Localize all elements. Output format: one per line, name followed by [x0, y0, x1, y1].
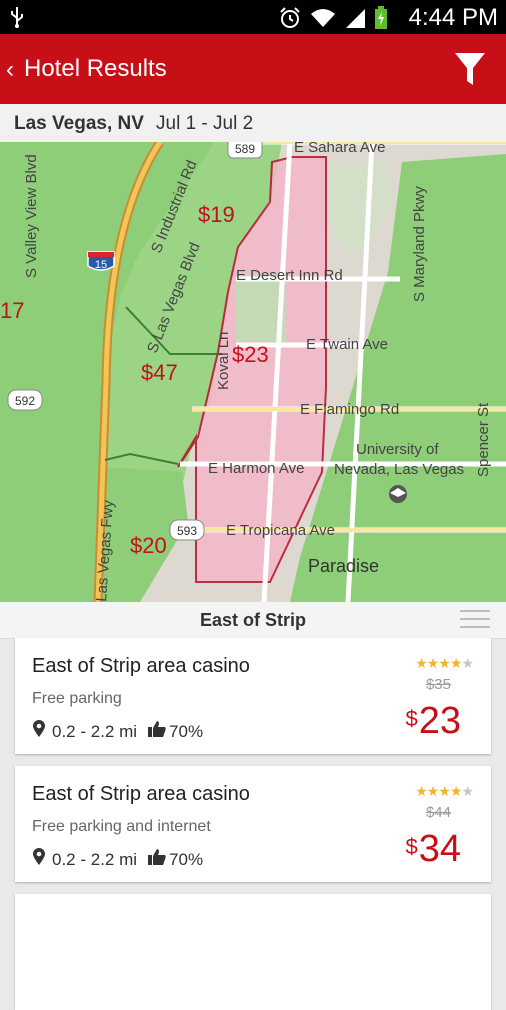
street-twain: E Twain Ave: [306, 336, 388, 353]
street-maryland: S Maryland Pkwy: [411, 186, 428, 302]
route-589-shield: 589: [227, 142, 263, 159]
results-sheet-header[interactable]: East of Strip: [0, 602, 506, 639]
currency-symbol: $: [405, 706, 418, 731]
street-sahara: E Sahara Ave: [294, 142, 385, 156]
price-amount: 23: [418, 700, 461, 742]
thumbs-up-icon: [147, 848, 167, 871]
search-summary[interactable]: Las Vegas, NV Jul 1 - Jul 2: [0, 104, 506, 143]
battery-icon: [374, 6, 388, 35]
area-title: East of Strip: [199, 610, 306, 630]
clock-time: 4:44 PM: [408, 4, 498, 31]
street-desert-inn: E Desert Inn Rd: [236, 267, 343, 284]
search-city: Las Vegas, NV: [14, 113, 144, 134]
street-flamingo: E Flamingo Rd: [300, 401, 399, 418]
price-amount: 34: [418, 828, 461, 870]
svg-text:15: 15: [95, 259, 107, 271]
location-pin-icon: [32, 848, 46, 871]
hotel-rating-pct: 70%: [169, 849, 204, 869]
hotel-distance: 0.2 - 2.2 mi: [52, 849, 138, 869]
alarm-icon: [278, 6, 302, 35]
svg-text:593: 593: [177, 524, 197, 538]
hotel-meta: 0.2 - 2.2 mi 70%: [32, 720, 203, 743]
zone-price-47: $47: [141, 360, 178, 385]
thumbs-up-icon: [147, 720, 167, 743]
original-price: $44: [425, 804, 451, 821]
star-rating: ★★★★★: [415, 783, 474, 799]
route-592-shield: 592: [7, 389, 43, 411]
place-unlv-line2: Nevada, Las Vegas: [334, 461, 464, 478]
status-bar: 4:44 PM: [0, 0, 506, 34]
place-unlv-line1: University of: [356, 441, 439, 458]
hotel-name: East of Strip area casino: [32, 783, 250, 805]
location-pin-icon: [32, 720, 46, 743]
zone-price-19: $19: [198, 202, 235, 227]
wifi-icon: [310, 7, 336, 34]
filter-icon[interactable]: [454, 52, 486, 91]
interstate-15-shield: 15: [87, 251, 115, 271]
zone-price-20: $20: [130, 533, 167, 558]
svg-text:592: 592: [15, 394, 35, 408]
street-harmon: E Harmon Ave: [208, 460, 304, 477]
hotel-price: $34: [405, 828, 461, 871]
street-koval: Koval Ln: [215, 332, 232, 390]
svg-text:589: 589: [235, 142, 255, 156]
street-spencer: Spencer St: [475, 402, 492, 477]
route-593-shield: 593: [169, 519, 205, 541]
hotel-amenities: Free parking and internet: [32, 818, 211, 835]
hotel-rating-pct: 70%: [169, 721, 204, 741]
hotel-card-peek[interactable]: [15, 894, 491, 1010]
hotel-price: $23: [405, 700, 461, 743]
usb-icon: [10, 6, 24, 33]
hotel-card[interactable]: East of Strip area casino Free parking a…: [15, 766, 491, 882]
app-bar: ‹ Hotel Results: [0, 34, 506, 104]
hotel-card[interactable]: East of Strip area casino Free parking 0…: [15, 638, 491, 754]
drag-handle-icon[interactable]: [460, 610, 490, 634]
hotel-meta: 0.2 - 2.2 mi 70%: [32, 848, 203, 871]
place-paradise: Paradise: [308, 556, 379, 576]
zone-price-17: 17: [0, 298, 24, 323]
currency-symbol: $: [405, 834, 418, 859]
hotel-amenities: Free parking: [32, 690, 122, 707]
back-chevron-icon[interactable]: ‹: [6, 56, 14, 84]
hotel-name: East of Strip area casino: [32, 655, 250, 677]
zone-price-23: $23: [232, 342, 269, 367]
star-rating: ★★★★★: [415, 655, 474, 671]
hotel-distance: 0.2 - 2.2 mi: [52, 721, 138, 741]
university-icon: [389, 485, 407, 503]
original-price: $35: [425, 676, 451, 693]
area-map[interactable]: 589 15 592 593 E Sahara Ave E Desert Inn…: [0, 142, 506, 602]
results-sheet: East of Strip East of Strip area casino …: [0, 602, 506, 1010]
street-tropicana: E Tropicana Ave: [226, 522, 335, 539]
signal-icon: [344, 7, 366, 34]
back-button-label[interactable]: Hotel Results: [24, 55, 167, 83]
street-valley-view: S Valley View Blvd: [23, 154, 40, 278]
search-dates: Jul 1 - Jul 2: [156, 113, 254, 134]
